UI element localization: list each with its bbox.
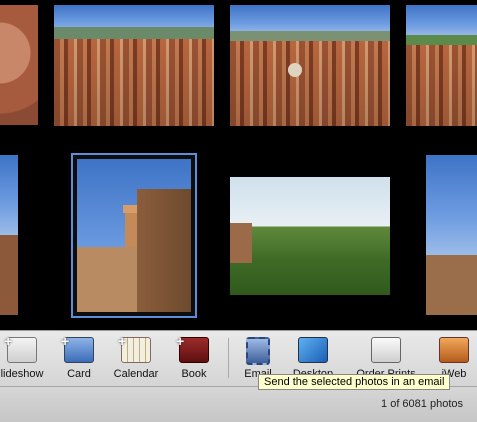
- card-button[interactable]: + Card: [51, 334, 107, 385]
- toolbar-separator: [228, 338, 229, 378]
- slideshow-icon: +: [4, 334, 37, 363]
- selected-photo-frame[interactable]: [71, 153, 197, 318]
- card-icon: +: [61, 334, 94, 363]
- status-bar: 1 of 6081 photos: [0, 386, 477, 422]
- photo-thumbnail[interactable]: [77, 159, 191, 312]
- book-icon: +: [176, 334, 209, 363]
- calendar-button[interactable]: + Calendar: [108, 334, 164, 385]
- photo-thumbnail[interactable]: [426, 155, 477, 315]
- calendar-icon: +: [118, 334, 151, 363]
- slideshow-button[interactable]: + lideshow: [0, 334, 50, 385]
- photo-thumbnail[interactable]: [230, 5, 390, 126]
- photo-thumbnail[interactable]: [54, 5, 214, 126]
- photo-thumbnail[interactable]: [0, 155, 18, 315]
- photo-grid[interactable]: [0, 0, 477, 330]
- order-prints-icon: [371, 337, 401, 363]
- book-label: Book: [181, 368, 207, 380]
- photo-thumbnail[interactable]: [230, 177, 390, 295]
- photo-count: 1 of 6081 photos: [381, 398, 463, 410]
- desktop-icon: [298, 337, 328, 363]
- photo-thumbnail[interactable]: [406, 5, 477, 126]
- iweb-icon: [439, 337, 469, 363]
- email-tooltip: Send the selected photos in an email: [258, 374, 451, 390]
- photo-thumbnail[interactable]: [0, 5, 38, 125]
- email-icon: [246, 337, 270, 365]
- book-button[interactable]: + Book: [166, 334, 222, 385]
